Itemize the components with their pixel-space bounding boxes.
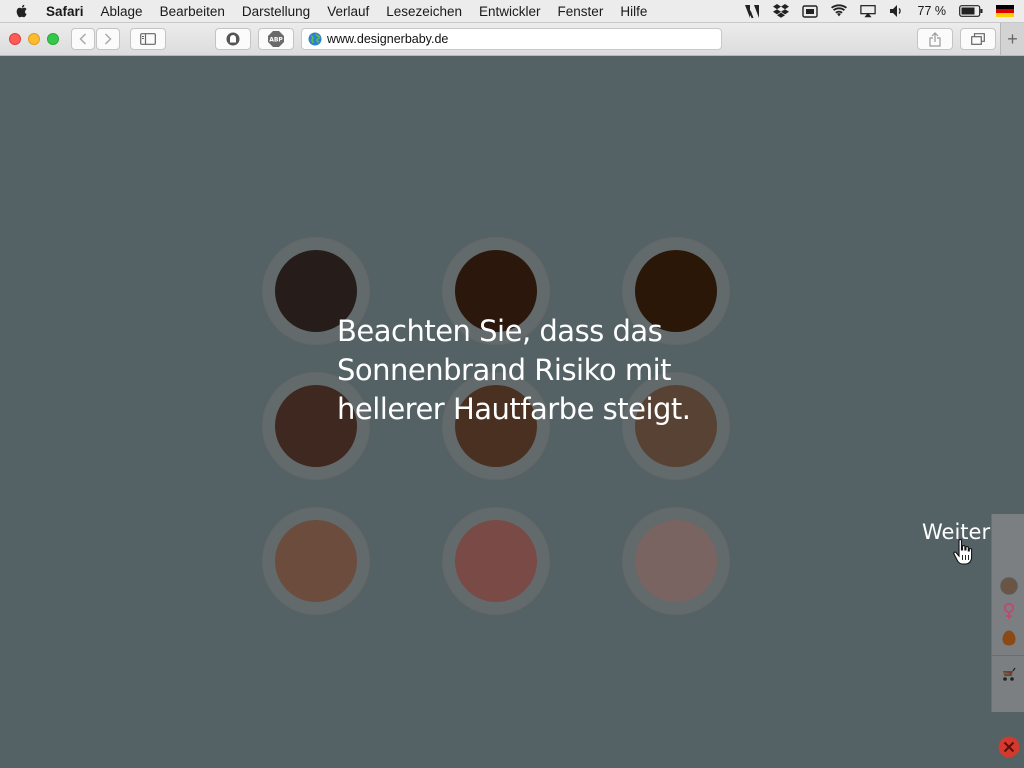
- close-window-button[interactable]: [9, 33, 21, 45]
- menu-darstellung[interactable]: Darstellung: [242, 4, 310, 19]
- status-area: 77 %: [744, 0, 1014, 22]
- sunburn-notice: Beachten Sie, dass das Sonnenbrand Risik…: [337, 312, 697, 429]
- notice-line-3: hellerer Hautfarbe steigt.: [337, 392, 691, 426]
- adblock-plus-button[interactable]: ABP: [258, 28, 294, 50]
- menu-bearbeiten[interactable]: Bearbeiten: [160, 4, 225, 19]
- skin-color-swatch: [635, 520, 717, 602]
- menu-verlauf[interactable]: Verlauf: [327, 4, 369, 19]
- stroller-icon[interactable]: [1000, 665, 1018, 683]
- hair-color-icon[interactable]: [1000, 629, 1018, 647]
- zoom-window-button[interactable]: [47, 33, 59, 45]
- apple-menu-icon[interactable]: [14, 3, 30, 19]
- tabs-icon: [971, 33, 985, 45]
- chevron-right-icon: [104, 33, 112, 45]
- abp-icon: ABP: [268, 31, 284, 47]
- female-gender-icon[interactable]: [1000, 602, 1018, 620]
- battery-icon[interactable]: [959, 4, 983, 18]
- skin-color-option-9[interactable]: [621, 506, 731, 616]
- battery-percent[interactable]: 77 %: [918, 4, 947, 18]
- notice-line-1: Beachten Sie, dass das: [337, 314, 663, 348]
- menu-hilfe[interactable]: Hilfe: [620, 4, 647, 19]
- menu-bar: Safari Ablage Bearbeiten Darstellung Ver…: [0, 0, 1024, 23]
- dropbox-icon[interactable]: [772, 4, 789, 18]
- german-flag-icon[interactable]: [996, 5, 1014, 17]
- url-text: www.designerbaby.de: [327, 32, 449, 46]
- ghost-icon: [226, 32, 240, 46]
- menu-ablage[interactable]: Ablage: [101, 4, 143, 19]
- new-tab-button[interactable]: +: [1000, 23, 1024, 55]
- svg-text:ABP: ABP: [269, 37, 283, 44]
- wifi-icon[interactable]: [830, 4, 847, 18]
- notice-line-2: Sonnenbrand Risiko mit: [337, 353, 672, 387]
- forward-button[interactable]: [96, 28, 120, 50]
- close-icon[interactable]: [998, 736, 1020, 758]
- adobe-icon[interactable]: [744, 4, 760, 18]
- share-button[interactable]: [917, 28, 953, 50]
- plus-icon: +: [1007, 28, 1018, 49]
- skin-color-swatch: [275, 520, 357, 602]
- skin-color-option-8[interactable]: [441, 506, 551, 616]
- skin-color-option-7[interactable]: [261, 506, 371, 616]
- hand-pointer-icon: [953, 539, 973, 565]
- globe-icon: [308, 32, 322, 46]
- airplay-icon[interactable]: [859, 4, 876, 18]
- address-bar[interactable]: www.designerbaby.de: [301, 28, 722, 50]
- menu-entwickler[interactable]: Entwickler: [479, 4, 541, 19]
- back-button[interactable]: [71, 28, 95, 50]
- chevron-left-icon: [79, 33, 87, 45]
- side-panel-divider: [992, 655, 1024, 656]
- selection-side-panel: [991, 514, 1024, 758]
- share-icon: [929, 31, 941, 47]
- sidebar-button[interactable]: [130, 28, 166, 50]
- display-icon[interactable]: [801, 4, 818, 18]
- menu-app-safari[interactable]: Safari: [46, 4, 84, 19]
- ghostery-extension-button[interactable]: [215, 28, 251, 50]
- volume-icon[interactable]: [889, 4, 905, 18]
- menu-fenster[interactable]: Fenster: [558, 4, 604, 19]
- skin-color-swatch: [455, 520, 537, 602]
- minimize-window-button[interactable]: [28, 33, 40, 45]
- tabs-overview-button[interactable]: [960, 28, 996, 50]
- sidebar-icon: [140, 33, 156, 45]
- menu-lesezeichen[interactable]: Lesezeichen: [386, 4, 462, 19]
- skin-color-summary-icon[interactable]: [1000, 577, 1018, 595]
- browser-toolbar: ABP www.designerbaby.de: [0, 23, 1024, 56]
